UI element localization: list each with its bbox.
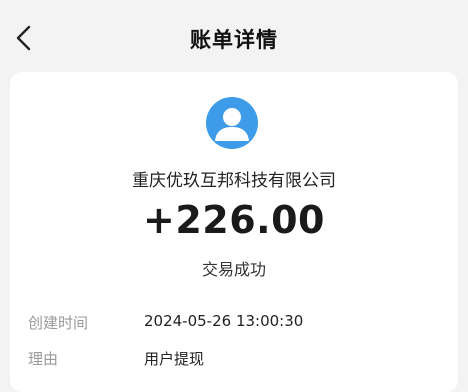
page-title: 账单详情 bbox=[190, 28, 278, 52]
user-avatar-icon bbox=[206, 97, 258, 149]
top-bar: 账单详情 bbox=[0, 0, 468, 78]
created-time-value: 2024-05-26 13:00:30 bbox=[144, 312, 304, 330]
company-name: 重庆优玖互邦科技有限公司 bbox=[132, 171, 336, 191]
detail-row-reason: 理由 用户提现 bbox=[28, 348, 448, 372]
reason-label: 理由 bbox=[28, 350, 59, 368]
transaction-status: 交易成功 bbox=[201, 260, 266, 279]
detail-row-created-time: 创建时间 2024-05-26 13:00:30 bbox=[28, 312, 448, 336]
created-time-label: 创建时间 bbox=[28, 314, 89, 332]
reason-value: 用户提现 bbox=[144, 350, 205, 368]
transaction-amount: +226.00 bbox=[143, 198, 325, 242]
